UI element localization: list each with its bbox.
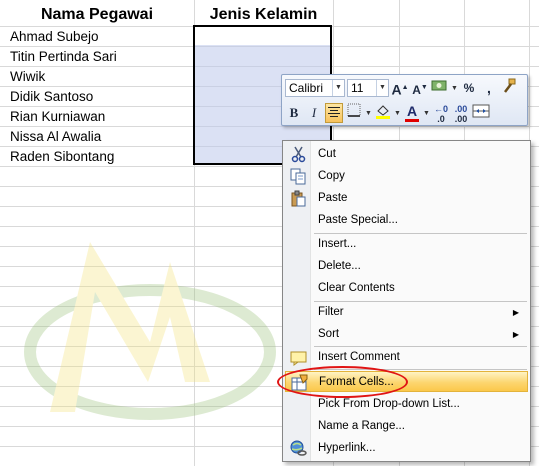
increase-decimal-icon: .0 [437, 114, 445, 124]
cell-name[interactable]: Rian Kurniawan [10, 107, 105, 127]
font-color-icon: A [406, 103, 418, 119]
shrink-font-button[interactable]: A▼ [411, 78, 429, 98]
italic-button[interactable]: I [305, 103, 323, 123]
borders-icon [347, 103, 361, 117]
menu-item-label: Insert Comment [318, 351, 400, 363]
shrink-font-icon: A [412, 83, 421, 97]
grow-font-button[interactable]: A▲ [391, 78, 409, 98]
chevron-down-icon[interactable]: ▼ [376, 80, 388, 96]
increase-decimal-button[interactable]: ←0.0 [432, 103, 450, 124]
menu-item-label: Insert... [318, 238, 357, 250]
accounting-format-button[interactable] [431, 78, 449, 98]
scissors-icon [291, 146, 306, 163]
decrease-decimal-button[interactable]: .00.00 [452, 103, 470, 124]
cell-name[interactable]: Titin Pertinda Sari [10, 47, 117, 67]
menu-item-label: Sort [318, 328, 340, 340]
align-center-icon [328, 107, 340, 117]
center-align-button[interactable] [325, 103, 343, 123]
header-nama-pegawai[interactable]: Nama Pegawai [0, 4, 194, 26]
menu-item-label: Clear Contents [318, 282, 395, 294]
menu-item-label: Delete... [318, 260, 361, 272]
merge-cells-icon [472, 104, 490, 118]
menu-item-label: Copy [318, 170, 345, 182]
copy-icon [290, 168, 306, 185]
fill-color-icon [376, 105, 390, 119]
menu-item-delete[interactable]: Delete... [285, 256, 528, 277]
merge-center-button[interactable] [472, 103, 490, 123]
annotation-highlight-oval [277, 366, 408, 398]
comment-icon [290, 351, 307, 366]
chevron-down-icon[interactable]: ▼ [423, 110, 430, 117]
decrease-decimal-icon: .00 [454, 114, 468, 124]
format-painter-button[interactable] [500, 78, 518, 98]
menu-item-clear-contents[interactable]: Clear Contents [285, 278, 528, 299]
menu-item-copy[interactable]: Copy [285, 166, 528, 187]
paste-icon [291, 190, 306, 207]
format-painter-icon [504, 78, 516, 93]
font-name-combo[interactable]: Calibri ▼ [285, 79, 345, 97]
menu-item-filter[interactable]: Filter ▶ [285, 302, 528, 323]
context-menu: Cut Copy Paste Paste Special... Insert..… [282, 140, 531, 462]
menu-item-label: Filter [318, 306, 344, 318]
menu-item-insert-comment[interactable]: Insert Comment [285, 347, 528, 368]
active-cell[interactable] [195, 27, 330, 45]
percent-style-button[interactable]: % [460, 78, 478, 98]
menu-item-label: Cut [318, 148, 336, 160]
menu-item-cut[interactable]: Cut [285, 144, 528, 165]
menu-item-label: Paste [318, 192, 348, 204]
hyperlink-icon [290, 440, 307, 456]
cell-name[interactable]: Wiwik [10, 67, 45, 87]
menu-item-paste-special[interactable]: Paste Special... [285, 210, 528, 231]
watermark-logo-icon [24, 242, 276, 420]
menu-item-label: Hyperlink... [318, 442, 376, 454]
grow-font-icon: A [391, 81, 402, 98]
comma-style-button[interactable]: , [480, 78, 498, 98]
chevron-down-icon[interactable]: ▼ [365, 110, 372, 117]
font-name-value: Calibri [289, 81, 324, 95]
mini-toolbar: Calibri ▼ 11 ▼ A▲ A▼ ▼ % , B I ▼ ▼ A ▼ ←… [281, 74, 528, 126]
menu-item-hyperlink[interactable]: Hyperlink... [285, 438, 528, 459]
chevron-down-icon[interactable]: ▼ [394, 110, 401, 117]
header-jenis-kelamin[interactable]: Jenis Kelamin [194, 4, 333, 26]
submenu-arrow-icon: ▶ [512, 308, 519, 317]
cell-name[interactable]: Raden Sibontang [10, 147, 114, 167]
menu-item-label: Paste Special... [318, 214, 398, 226]
menu-item-sort[interactable]: Sort ▶ [285, 324, 528, 345]
font-color-button[interactable]: A [403, 103, 421, 123]
cell-name[interactable]: Didik Santoso [10, 87, 93, 107]
font-color-bar [405, 119, 419, 122]
menu-item-paste[interactable]: Paste [285, 188, 528, 209]
menu-item-name-a-range[interactable]: Name a Range... [285, 416, 528, 437]
chevron-down-icon[interactable]: ▼ [451, 85, 458, 92]
chevron-down-icon[interactable]: ▼ [332, 80, 344, 96]
cell-name[interactable]: Nissa Al Awalia [10, 127, 101, 147]
currency-icon [431, 80, 447, 91]
submenu-arrow-icon: ▶ [512, 330, 519, 339]
menu-item-insert[interactable]: Insert... [285, 234, 528, 255]
font-size-value: 11 [351, 81, 364, 95]
cell-name[interactable]: Ahmad Subejo [10, 27, 99, 47]
menu-item-label: Name a Range... [318, 420, 405, 432]
font-size-combo[interactable]: 11 ▼ [347, 79, 389, 97]
bold-button[interactable]: B [285, 103, 303, 123]
fill-color-button[interactable] [374, 103, 392, 123]
borders-button[interactable] [345, 103, 363, 123]
